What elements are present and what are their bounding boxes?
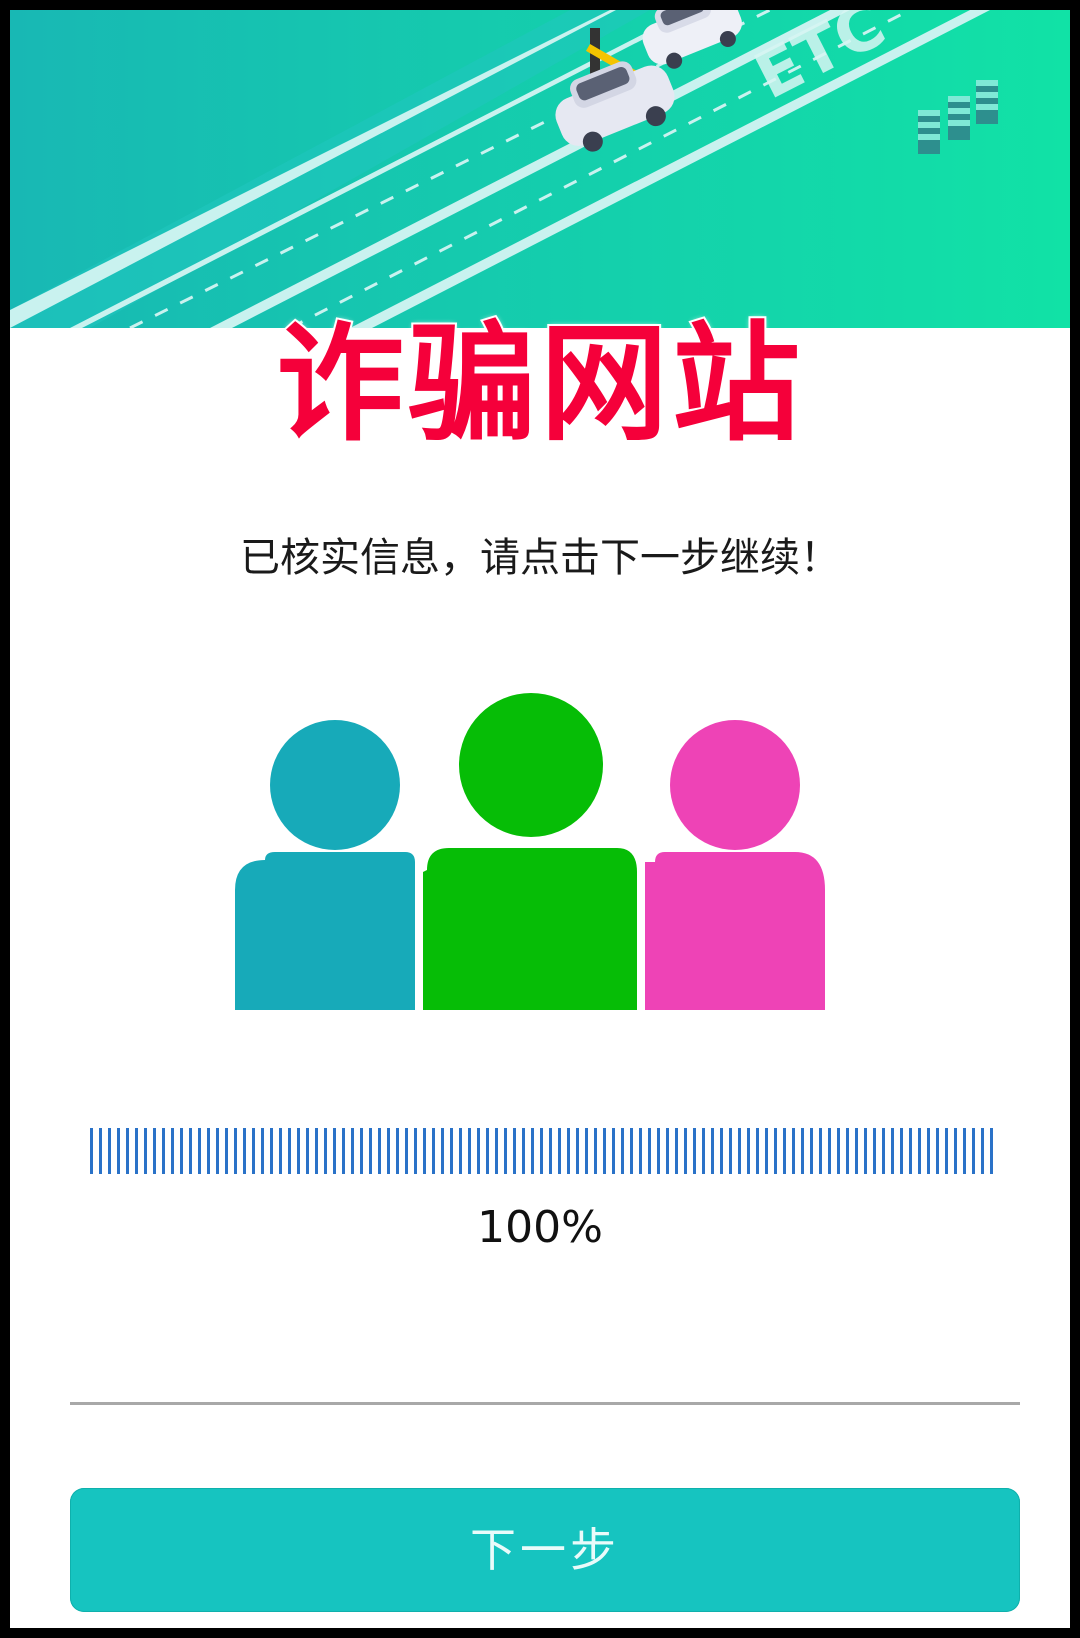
progress-bar [80,1128,1000,1174]
person-right-head [670,720,800,850]
users-group-icon [235,685,845,1020]
verification-message: 已核实信息，请点击下一步继续！ [240,535,840,581]
progress-fill [90,1128,996,1174]
page-frame: ETC 诈骗网站 已核实信息，请点击下一步继续！ 100% 下一步 [10,10,1070,1628]
warning-overlay-title: 诈骗网站 [274,308,804,461]
person-left-head [270,720,400,850]
person-center-head [459,693,603,837]
person-center-body [423,848,637,1010]
banner-image: ETC [10,10,1070,328]
person-left-body [235,852,415,1010]
progress-track [90,1128,996,1174]
divider [70,1402,1020,1405]
progress-percent-label: 100% [477,1202,603,1253]
next-step-button[interactable]: 下一步 [70,1488,1020,1612]
highway-illustration: ETC [10,10,1070,328]
person-right-body [645,852,825,1010]
